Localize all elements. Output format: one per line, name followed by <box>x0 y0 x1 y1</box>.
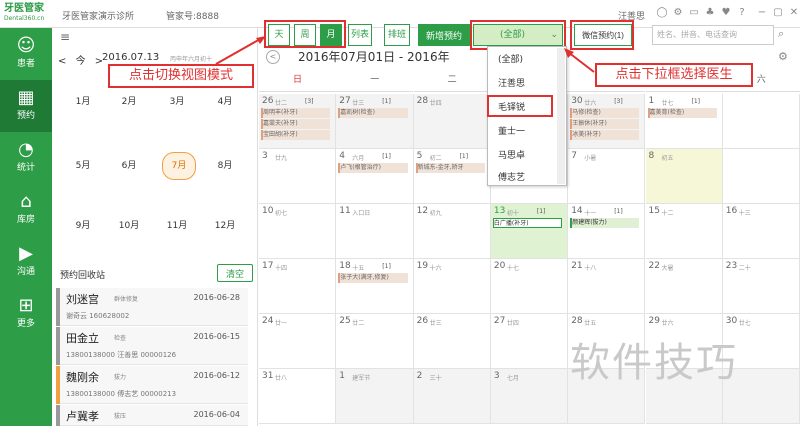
annotation-arrow-doctor <box>567 51 595 73</box>
annotation-doctor-hint: 点击下拉框选择医生 <box>595 63 753 87</box>
annotation-arrow-view <box>215 37 263 65</box>
annotation-view-hint: 点击切换视图模式 <box>108 64 254 88</box>
watermark: 软件技巧 <box>570 340 738 386</box>
annotation-arrowhead-view <box>256 36 266 44</box>
